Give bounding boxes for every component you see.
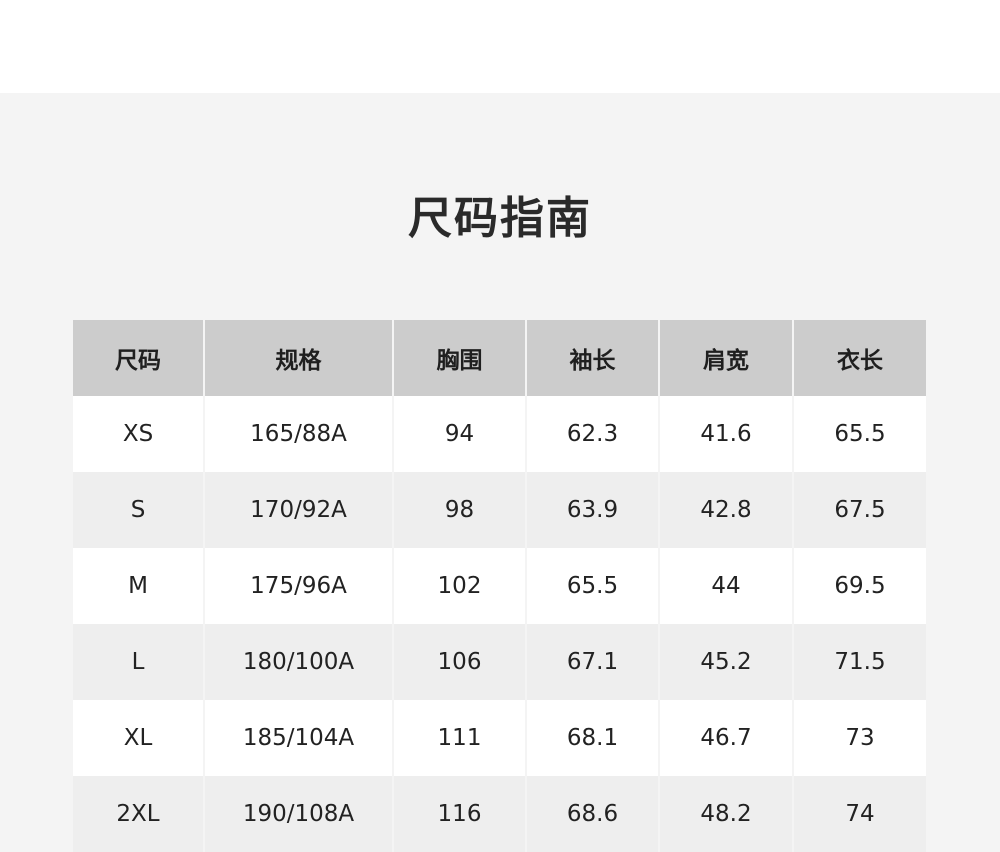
cell-shoulder: 48.2 [659, 776, 794, 852]
cell-chest: 94 [393, 396, 527, 472]
header-length: 衣长 [793, 320, 926, 396]
cell-sleeve: 68.6 [526, 776, 660, 852]
cell-size: S [73, 472, 205, 548]
page: 尺码指南 尺码 规格 胸围 袖长 肩宽 衣长 XS 165/88A 94 62.… [0, 0, 1000, 852]
cell-spec: 165/88A [204, 396, 394, 472]
cell-sleeve: 62.3 [526, 396, 660, 472]
cell-length: 67.5 [793, 472, 926, 548]
cell-sleeve: 68.1 [526, 700, 660, 776]
cell-sleeve: 67.1 [526, 624, 660, 700]
table-row: XL 185/104A 111 68.1 46.7 73 [73, 700, 926, 776]
cell-spec: 190/108A [204, 776, 394, 852]
top-band [0, 0, 1000, 93]
cell-length: 74 [793, 776, 926, 852]
cell-length: 65.5 [793, 396, 926, 472]
cell-sleeve: 65.5 [526, 548, 660, 624]
cell-chest: 111 [393, 700, 527, 776]
table-row: S 170/92A 98 63.9 42.8 67.5 [73, 472, 926, 548]
cell-chest: 106 [393, 624, 527, 700]
cell-length: 73 [793, 700, 926, 776]
table-row: M 175/96A 102 65.5 44 69.5 [73, 548, 926, 624]
header-sleeve: 袖长 [526, 320, 660, 396]
page-title: 尺码指南 [408, 193, 592, 244]
cell-sleeve: 63.9 [526, 472, 660, 548]
cell-size: L [73, 624, 205, 700]
cell-chest: 116 [393, 776, 527, 852]
cell-chest: 98 [393, 472, 527, 548]
table-row: 2XL 190/108A 116 68.6 48.2 74 [73, 776, 926, 852]
cell-size: XS [73, 396, 205, 472]
header-size: 尺码 [73, 320, 205, 396]
cell-shoulder: 41.6 [659, 396, 794, 472]
cell-shoulder: 42.8 [659, 472, 794, 548]
table-row: XS 165/88A 94 62.3 41.6 65.5 [73, 396, 926, 472]
content-area: 尺码指南 尺码 规格 胸围 袖长 肩宽 衣长 XS 165/88A 94 62.… [0, 93, 1000, 852]
cell-spec: 180/100A [204, 624, 394, 700]
header-chest: 胸围 [393, 320, 527, 396]
cell-length: 69.5 [793, 548, 926, 624]
cell-spec: 185/104A [204, 700, 394, 776]
cell-spec: 170/92A [204, 472, 394, 548]
cell-spec: 175/96A [204, 548, 394, 624]
cell-shoulder: 45.2 [659, 624, 794, 700]
cell-size: M [73, 548, 205, 624]
size-table: 尺码 规格 胸围 袖长 肩宽 衣长 XS 165/88A 94 62.3 41.… [73, 320, 926, 852]
cell-shoulder: 46.7 [659, 700, 794, 776]
cell-length: 71.5 [793, 624, 926, 700]
cell-size: XL [73, 700, 205, 776]
header-spec: 规格 [204, 320, 394, 396]
table-row: L 180/100A 106 67.1 45.2 71.5 [73, 624, 926, 700]
table-header-row: 尺码 规格 胸围 袖长 肩宽 衣长 [73, 320, 926, 396]
cell-size: 2XL [73, 776, 205, 852]
cell-chest: 102 [393, 548, 527, 624]
cell-shoulder: 44 [659, 548, 794, 624]
header-shoulder: 肩宽 [659, 320, 794, 396]
